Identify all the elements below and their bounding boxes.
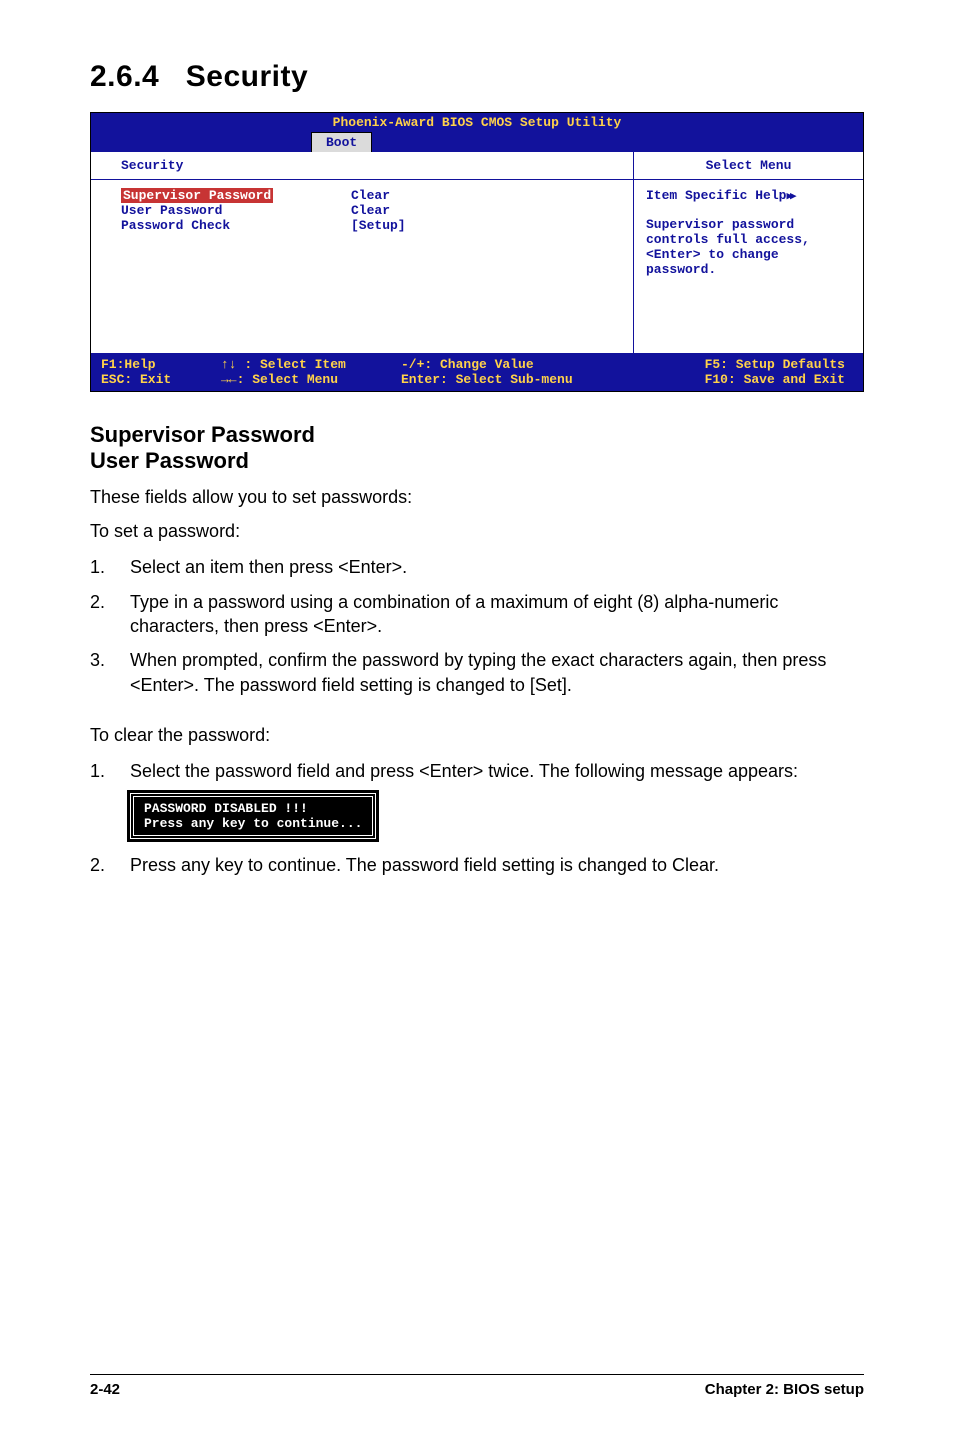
- footer-f10: F10: Save and Exit: [631, 372, 853, 387]
- to-clear-label: To clear the password:: [90, 723, 864, 747]
- footer-esc: ESC: Exit: [101, 372, 221, 387]
- message-box-wrap: PASSWORD DISABLED !!! Press any key to c…: [130, 793, 864, 839]
- chapter-label: Chapter 2: BIOS setup: [705, 1381, 864, 1398]
- bios-right-header: Select Menu: [633, 152, 863, 180]
- bios-window: Phoenix-Award BIOS CMOS Setup Utility Bo…: [90, 112, 864, 392]
- bios-tab-bar: Boot: [91, 132, 863, 152]
- list-item: 1.Select an item then press <Enter>.: [90, 555, 864, 579]
- bios-help-title-text: Item Specific Help: [646, 188, 786, 203]
- password-disabled-message: PASSWORD DISABLED !!! Press any key to c…: [130, 793, 376, 839]
- bios-help-title: Item Specific Help▶▶: [646, 188, 851, 203]
- bios-left-header: Security: [91, 152, 633, 180]
- bios-main-title: Phoenix-Award BIOS CMOS Setup Utility: [91, 113, 863, 132]
- step-number: 1.: [90, 555, 130, 579]
- step-text: Select the password field and press <Ent…: [130, 759, 864, 783]
- step-number: 2.: [90, 590, 130, 639]
- bios-item-value: Clear: [351, 188, 390, 203]
- section-title: 2.6.4 Security: [90, 60, 864, 94]
- bios-help-pane: Item Specific Help▶▶ Supervisor password…: [633, 180, 863, 353]
- bios-item-label: Password Check: [121, 218, 351, 233]
- list-item: 3.When prompted, confirm the password by…: [90, 648, 864, 697]
- step-number: 2.: [90, 853, 130, 877]
- step-number: 3.: [90, 648, 130, 697]
- step-text: When prompted, confirm the password by t…: [130, 648, 864, 697]
- list-item: 1.Select the password field and press <E…: [90, 759, 864, 783]
- bios-content: Supervisor Password Clear User Password …: [91, 180, 863, 353]
- footer-enter: Enter: Select Sub-menu: [401, 372, 631, 387]
- footer-change-value: -/+: Change Value: [401, 357, 631, 372]
- triangle-icon: ▶▶: [786, 191, 793, 203]
- heading-supervisor-password: Supervisor Password: [90, 422, 864, 448]
- bios-item-password-check[interactable]: Password Check [Setup]: [121, 218, 615, 233]
- bios-item-value: [Setup]: [351, 218, 406, 233]
- footer-f5: F5: Setup Defaults: [631, 357, 853, 372]
- bios-item-label: User Password: [121, 203, 351, 218]
- clear-password-steps-2: 2.Press any key to continue. The passwor…: [90, 853, 864, 877]
- to-set-label: To set a password:: [90, 519, 864, 543]
- bios-tab-boot[interactable]: Boot: [311, 132, 372, 152]
- section-name: Security: [186, 60, 308, 93]
- step-text: Select an item then press <Enter>.: [130, 555, 864, 579]
- bios-footer: F1:Help ↑↓ : Select Item -/+: Change Val…: [91, 353, 863, 391]
- step-text: Press any key to continue. The password …: [130, 853, 864, 877]
- bios-item-value: Clear: [351, 203, 390, 218]
- intro-paragraph: These fields allow you to set passwords:: [90, 485, 864, 509]
- footer-f1: F1:Help: [101, 357, 221, 372]
- footer-select-item: ↑↓ : Select Item: [221, 357, 401, 372]
- heading-user-password: User Password: [90, 448, 864, 474]
- page-footer: 2-42 Chapter 2: BIOS setup: [90, 1374, 864, 1398]
- bios-subheader-row: Security Select Menu: [91, 152, 863, 180]
- footer-select-menu: →←: Select Menu: [221, 372, 401, 387]
- list-item: 2.Type in a password using a combination…: [90, 590, 864, 639]
- bios-item-user-password[interactable]: User Password Clear: [121, 203, 615, 218]
- clear-password-steps: 1.Select the password field and press <E…: [90, 759, 864, 783]
- bios-item-label: Supervisor Password: [121, 188, 273, 203]
- bios-settings-pane: Supervisor Password Clear User Password …: [91, 180, 633, 353]
- bios-item-supervisor-password[interactable]: Supervisor Password Clear: [121, 188, 615, 203]
- set-password-steps: 1.Select an item then press <Enter>. 2.T…: [90, 555, 864, 696]
- section-number: 2.6.4: [90, 60, 159, 93]
- list-item: 2.Press any key to continue. The passwor…: [90, 853, 864, 877]
- page-number: 2-42: [90, 1381, 120, 1398]
- step-number: 1.: [90, 759, 130, 783]
- bios-help-body: Supervisor password controls full access…: [646, 217, 851, 277]
- step-text: Type in a password using a combination o…: [130, 590, 864, 639]
